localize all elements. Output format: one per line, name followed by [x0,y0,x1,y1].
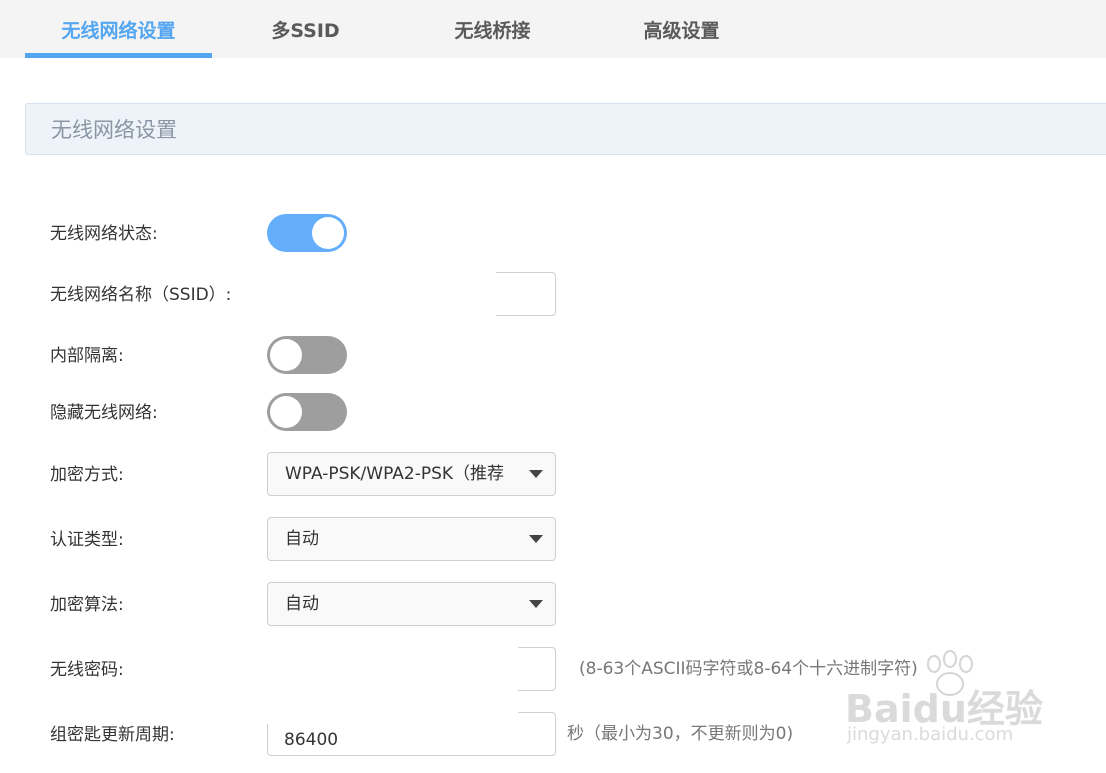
isolation-label: 内部隔离: [50,346,124,366]
dropdown-caret-icon [529,600,543,608]
password-label: 无线密码: [50,660,124,680]
isolation-toggle[interactable] [267,336,347,374]
dropdown-caret-icon [529,470,543,478]
ssid-label: 无线网络名称（SSID）: [50,285,232,305]
baidu-watermark: Baidu经验 jingyan.baidu.com [845,650,1055,750]
redaction-mask [260,268,496,320]
algorithm-select[interactable]: 自动 [267,582,556,626]
auth-type-select[interactable]: 自动 [267,517,556,561]
toggle-knob [312,217,344,249]
tab-wireless-bridge[interactable]: 无线桥接 [399,0,586,58]
rekey-hint: 秒（最小为30，不更新则为0) [567,724,794,744]
wireless-status-label: 无线网络状态: [50,224,158,244]
toggle-knob [270,339,302,371]
section-header: 无线网络设置 [25,103,1106,155]
encryption-value: WPA-PSK/WPA2-PSK（推荐 [285,464,505,484]
wireless-status-toggle[interactable] [267,214,347,252]
tab-multi-ssid[interactable]: 多SSID [212,0,399,58]
algorithm-label: 加密算法: [50,595,124,615]
tab-wireless-settings[interactable]: 无线网络设置 [25,0,212,58]
rekey-label: 组密匙更新周期: [50,725,175,745]
auth-type-label: 认证类型: [50,530,124,550]
hide-network-toggle[interactable] [267,393,347,431]
encryption-label: 加密方式: [50,465,124,485]
dropdown-caret-icon [529,535,543,543]
encryption-select[interactable]: WPA-PSK/WPA2-PSK（推荐 [267,452,556,496]
auth-type-value: 自动 [285,529,319,549]
toggle-knob [270,396,302,428]
tab-advanced-settings[interactable]: 高级设置 [588,0,775,58]
algorithm-value: 自动 [285,594,319,614]
tab-bar: 无线网络设置 多SSID 无线桥接 高级设置 [0,0,1106,58]
section-title: 无线网络设置 [51,118,177,142]
hide-network-label: 隐藏无线网络: [50,403,158,423]
redaction-mask [260,643,518,695]
redaction-mask [260,708,518,724]
watermark-url: jingyan.baidu.com [847,724,1014,745]
